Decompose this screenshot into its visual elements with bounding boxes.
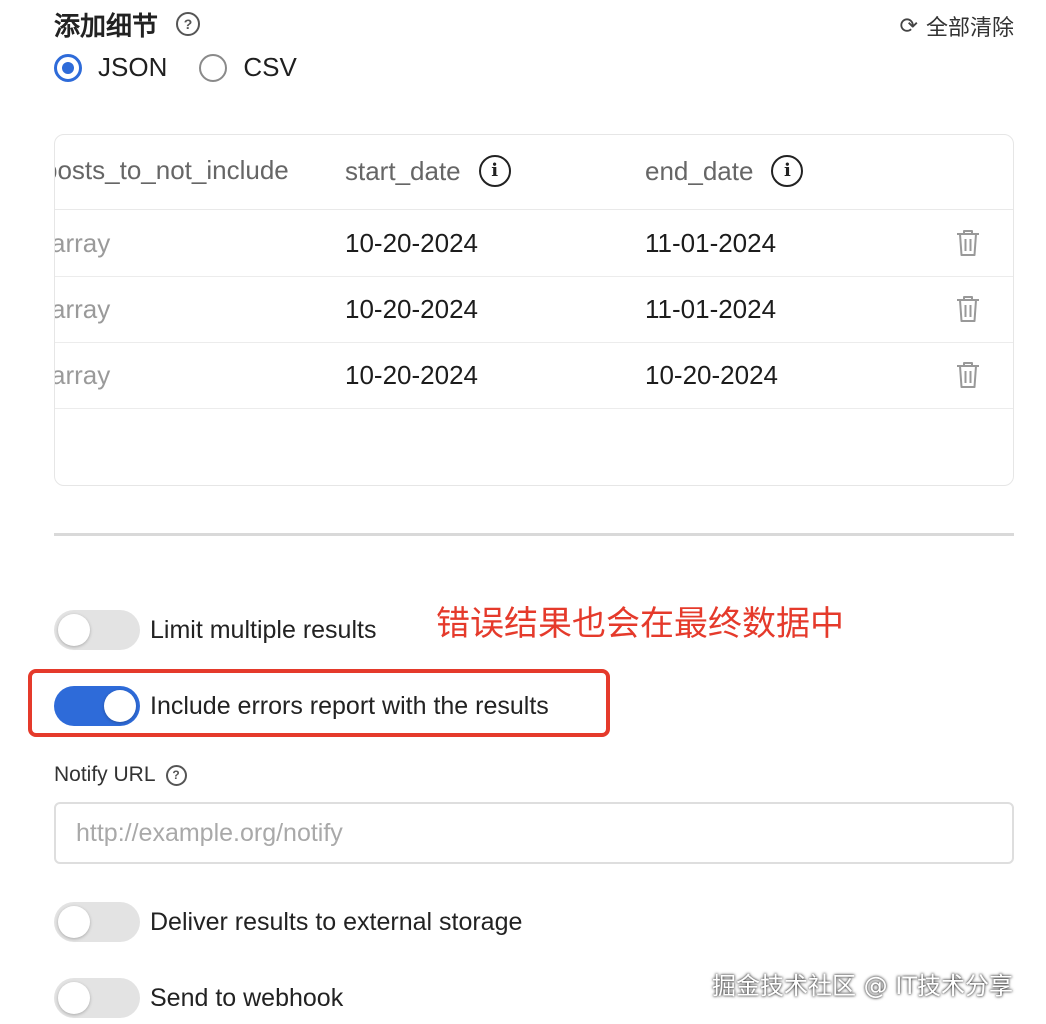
send-webhook-toggle[interactable]	[54, 978, 140, 1018]
cell-posts[interactable]: array	[55, 228, 110, 259]
cell-start-date[interactable]: 10-20-2024	[345, 228, 478, 259]
column-header-end-date: end_date i	[645, 155, 804, 187]
cell-posts[interactable]: array	[55, 294, 110, 325]
annotation-highlight-box	[28, 669, 610, 737]
column-header-start-date-label: start_date	[345, 155, 461, 186]
deliver-external-label: Deliver results to external storage	[150, 907, 523, 936]
radio-json[interactable]: JSON	[54, 52, 167, 83]
info-icon[interactable]: i	[478, 155, 511, 187]
notify-url-label: Notify URL ?	[54, 763, 187, 787]
column-header-end-date-label: end_date	[645, 155, 754, 186]
table-row: array 10-20-2024 11-01-2024	[55, 210, 1013, 277]
limit-multiple-results-toggle[interactable]	[54, 610, 140, 650]
clear-all-button[interactable]: ⟳ 全部清除	[900, 10, 1014, 42]
cell-start-date[interactable]: 10-20-2024	[345, 294, 478, 325]
deliver-external-toggle[interactable]	[54, 902, 140, 942]
column-header-posts: posts_to_not_include	[54, 155, 289, 186]
cell-start-date[interactable]: 10-20-2024	[345, 360, 478, 391]
toggle-knob	[58, 982, 90, 1014]
table-header: posts_to_not_include start_date i end_da…	[55, 135, 1013, 210]
trash-icon[interactable]	[955, 294, 981, 324]
radio-csv[interactable]: CSV	[199, 52, 297, 83]
column-header-posts-label: posts_to_not_include	[54, 155, 289, 185]
trash-icon[interactable]	[955, 228, 981, 258]
limit-multiple-results-label: Limit multiple results	[150, 615, 377, 644]
question-circle-icon[interactable]: ?	[176, 12, 200, 36]
radio-json-label: JSON	[98, 52, 168, 82]
cell-end-date[interactable]: 11-01-2024	[645, 294, 776, 325]
radio-json-indicator[interactable]	[54, 53, 82, 82]
deliver-external-row: Deliver results to external storage	[54, 902, 522, 942]
section-title: 添加细节	[54, 12, 159, 42]
toggle-knob	[58, 906, 90, 938]
section-divider	[54, 533, 1014, 536]
send-webhook-label: Send to webhook	[150, 983, 344, 1012]
info-icon[interactable]: i	[771, 155, 804, 187]
question-circle-icon[interactable]: ?	[165, 764, 187, 786]
notify-url-label-text: Notify URL	[54, 763, 156, 786]
cell-end-date[interactable]: 10-20-2024	[645, 360, 778, 391]
format-radio-group: JSON CSV	[54, 52, 329, 83]
table-row: array 10-20-2024 10-20-2024	[55, 342, 1013, 409]
notify-url-input[interactable]	[54, 802, 1014, 864]
column-header-start-date: start_date i	[345, 155, 511, 187]
cell-end-date[interactable]: 11-01-2024	[645, 228, 776, 259]
limit-multiple-results-row: Limit multiple results	[54, 610, 376, 650]
clear-all-label: 全部清除	[925, 16, 1014, 41]
radio-csv-indicator[interactable]	[199, 53, 228, 82]
trash-icon[interactable]	[955, 360, 981, 390]
radio-csv-label: CSV	[243, 52, 297, 82]
cell-posts[interactable]: array	[55, 360, 110, 391]
refresh-icon: ⟳	[899, 13, 918, 39]
toggle-knob	[58, 614, 90, 646]
details-table: posts_to_not_include start_date i end_da…	[54, 134, 1014, 486]
table-row: array 10-20-2024 11-01-2024	[55, 276, 1013, 343]
watermark-text: 掘金技术社区 @ IT技术分享	[712, 972, 1013, 1000]
annotation-text: 错误结果也会在最终数据中	[436, 604, 844, 644]
send-webhook-row: Send to webhook	[54, 978, 343, 1018]
